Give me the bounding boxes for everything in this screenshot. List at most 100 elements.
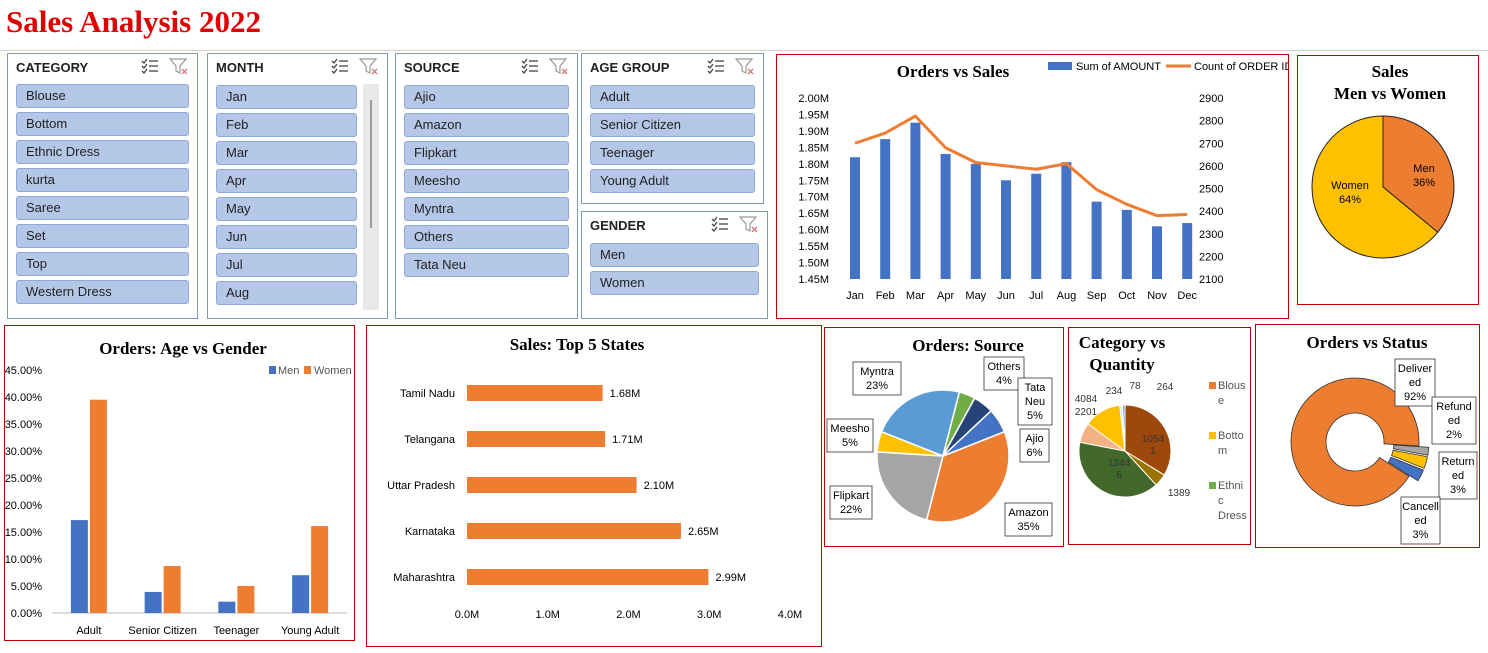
- month-scroll-thumb[interactable]: [370, 100, 372, 228]
- slicer-item-jul[interactable]: Jul: [216, 253, 357, 277]
- y-tick-label: 0.00%: [11, 608, 42, 620]
- y-left-tick-label: 1.65M: [798, 208, 829, 220]
- slicer-item-adult[interactable]: Adult: [590, 85, 755, 109]
- data-label: 2201: [1075, 407, 1098, 418]
- callout-label-ajio: Ajio: [1025, 433, 1043, 445]
- slicer-item-bottom[interactable]: Bottom: [16, 112, 189, 136]
- y-left-tick-label: 1.90M: [798, 126, 829, 138]
- category-vs-quantity-chart: Category vs Quantity 10541 1389 12446 2201 408…: [1075, 333, 1247, 522]
- page-title: Sales Analysis 2022: [6, 4, 261, 39]
- slicer-item-apr[interactable]: Apr: [216, 169, 357, 193]
- orders-vs-sales-chart: Orders vs Sales Sum of AMOUNT Count of ORD…: [798, 61, 1292, 302]
- men-bar: [144, 591, 162, 613]
- legend-label: Ethni: [1218, 480, 1243, 492]
- y-tick-label: 15.00%: [5, 527, 42, 539]
- clear-filter-icon[interactable]: [168, 58, 189, 81]
- slicer-item-kurta[interactable]: kurta: [16, 168, 189, 192]
- pie-pct-men: 36%: [1413, 177, 1435, 189]
- month-slicer-header: MONTH: [216, 60, 264, 75]
- slicer-item-young-adult[interactable]: Young Adult: [590, 169, 755, 193]
- callout-label-delivered: ed: [1409, 377, 1421, 389]
- slicer-item-jun[interactable]: Jun: [216, 225, 357, 249]
- clear-filter-icon[interactable]: [358, 58, 379, 81]
- slicer-item-ajio[interactable]: Ajio: [404, 85, 569, 109]
- legend-label-orders: Count of ORDER ID: [1194, 61, 1288, 73]
- callout-label-refunded: ed: [1448, 415, 1460, 427]
- slicer-item-amazon[interactable]: Amazon: [404, 113, 569, 137]
- slicer-item-blouse[interactable]: Blouse: [16, 84, 189, 108]
- bar-value-label: 1.68M: [610, 388, 641, 400]
- multi-select-icon[interactable]: [521, 58, 539, 81]
- clear-filter-icon[interactable]: [548, 58, 569, 81]
- data-label: 6: [1116, 470, 1122, 481]
- orders-vs-status-panel: Orders vs Status Deliver ed 92% Refund ed 2% Re…: [1255, 324, 1480, 548]
- slicer-item-meesho[interactable]: Meesho: [404, 169, 569, 193]
- amount-bar: [1152, 226, 1162, 279]
- slicer-item-set[interactable]: Set: [16, 224, 189, 248]
- slicer-item-mar[interactable]: Mar: [216, 141, 357, 165]
- chart-title-line-2: Quantity: [1089, 355, 1155, 374]
- chart-title: Orders: Age vs Gender: [99, 339, 267, 358]
- callout-label-tata-neu: Neu: [1025, 396, 1045, 408]
- y-left-tick-label: 1.85M: [798, 142, 829, 154]
- clear-filter-icon[interactable]: [734, 58, 755, 81]
- legend-label: e: [1218, 395, 1224, 407]
- y-tick-label: 35.00%: [5, 419, 42, 431]
- slicer-item-western-dress[interactable]: Western Dress: [16, 280, 189, 304]
- clear-filter-icon[interactable]: [738, 216, 759, 239]
- y-right-tick-label: 2400: [1199, 206, 1223, 218]
- x-tick-label: Dec: [1177, 290, 1197, 302]
- bar-value-label: 1.71M: [612, 434, 643, 446]
- slicer-item-top[interactable]: Top: [16, 252, 189, 276]
- bar-value-label: 2.99M: [715, 572, 746, 584]
- slicer-item-teenager[interactable]: Teenager: [590, 141, 755, 165]
- x-tick-label: Apr: [937, 290, 954, 302]
- month-scrollbar[interactable]: [363, 84, 379, 310]
- data-label: 4084: [1075, 394, 1098, 405]
- y-right-tick-label: 2700: [1199, 138, 1223, 150]
- chart-title: Sales: Top 5 States: [510, 335, 645, 354]
- category-slicer: CATEGORY Blouse Bottom Ethnic Dress kurta Sa…: [7, 53, 198, 319]
- callout-label-returned: Return: [1441, 456, 1474, 468]
- slicer-item-men[interactable]: Men: [590, 243, 759, 267]
- men-bar: [70, 520, 88, 613]
- y-right-tick-label: 2600: [1199, 161, 1223, 173]
- amount-bar: [1091, 201, 1102, 279]
- age-group-slicer-header: AGE GROUP: [590, 60, 670, 75]
- multi-select-icon[interactable]: [331, 58, 349, 81]
- legend-swatch: [1209, 432, 1216, 439]
- orders-line: [854, 114, 1188, 218]
- slicer-item-ethnic-dress[interactable]: Ethnic Dress: [16, 140, 189, 164]
- slicer-item-saree[interactable]: Saree: [16, 196, 189, 220]
- amount-bar: [1121, 209, 1132, 279]
- y-left-tick-label: 1.75M: [798, 175, 829, 187]
- age-group-slicer: AGE GROUP Adult Senior Citizen Teenager You…: [581, 53, 764, 204]
- slicer-item-senior-citizen[interactable]: Senior Citizen: [590, 113, 755, 137]
- y-left-tick-label: 1.45M: [798, 274, 829, 286]
- callout-label-delivered: 92%: [1404, 391, 1426, 403]
- slicer-item-flipkart[interactable]: Flipkart: [404, 141, 569, 165]
- callout-label-tata-neu: Tata: [1025, 382, 1047, 394]
- callout-pct-others: 4%: [996, 375, 1012, 387]
- orders-vs-sales-panel: Orders vs Sales Sum of AMOUNT Count of ORD…: [776, 54, 1292, 319]
- chart-title-line-1: Category vs: [1079, 333, 1166, 352]
- amount-bar: [850, 157, 860, 279]
- slicer-item-tata-neu[interactable]: Tata Neu: [404, 253, 569, 277]
- slicer-item-may[interactable]: May: [216, 197, 357, 221]
- callout-label-others: Others: [987, 361, 1021, 373]
- slicer-item-myntra[interactable]: Myntra: [404, 197, 569, 221]
- chart-title-line-1: Sales: [1372, 62, 1409, 81]
- pie-pct-women: 64%: [1339, 194, 1361, 206]
- y-tick-label: 20.00%: [5, 500, 42, 512]
- x-tick-label: May: [965, 290, 986, 302]
- multi-select-icon[interactable]: [707, 58, 725, 81]
- multi-select-icon[interactable]: [141, 58, 159, 81]
- category-vs-quantity-panel: Category vs Quantity 1054 1 1389 1244 6 2201 408…: [1068, 327, 1251, 545]
- slicer-item-aug[interactable]: Aug: [216, 281, 357, 305]
- multi-select-icon[interactable]: [711, 216, 729, 239]
- slicer-item-feb[interactable]: Feb: [216, 113, 357, 137]
- slicer-item-jan[interactable]: Jan: [216, 85, 357, 109]
- slicer-item-others[interactable]: Others: [404, 225, 569, 249]
- slicer-item-women[interactable]: Women: [590, 271, 759, 295]
- data-label: 1244: [1108, 458, 1131, 469]
